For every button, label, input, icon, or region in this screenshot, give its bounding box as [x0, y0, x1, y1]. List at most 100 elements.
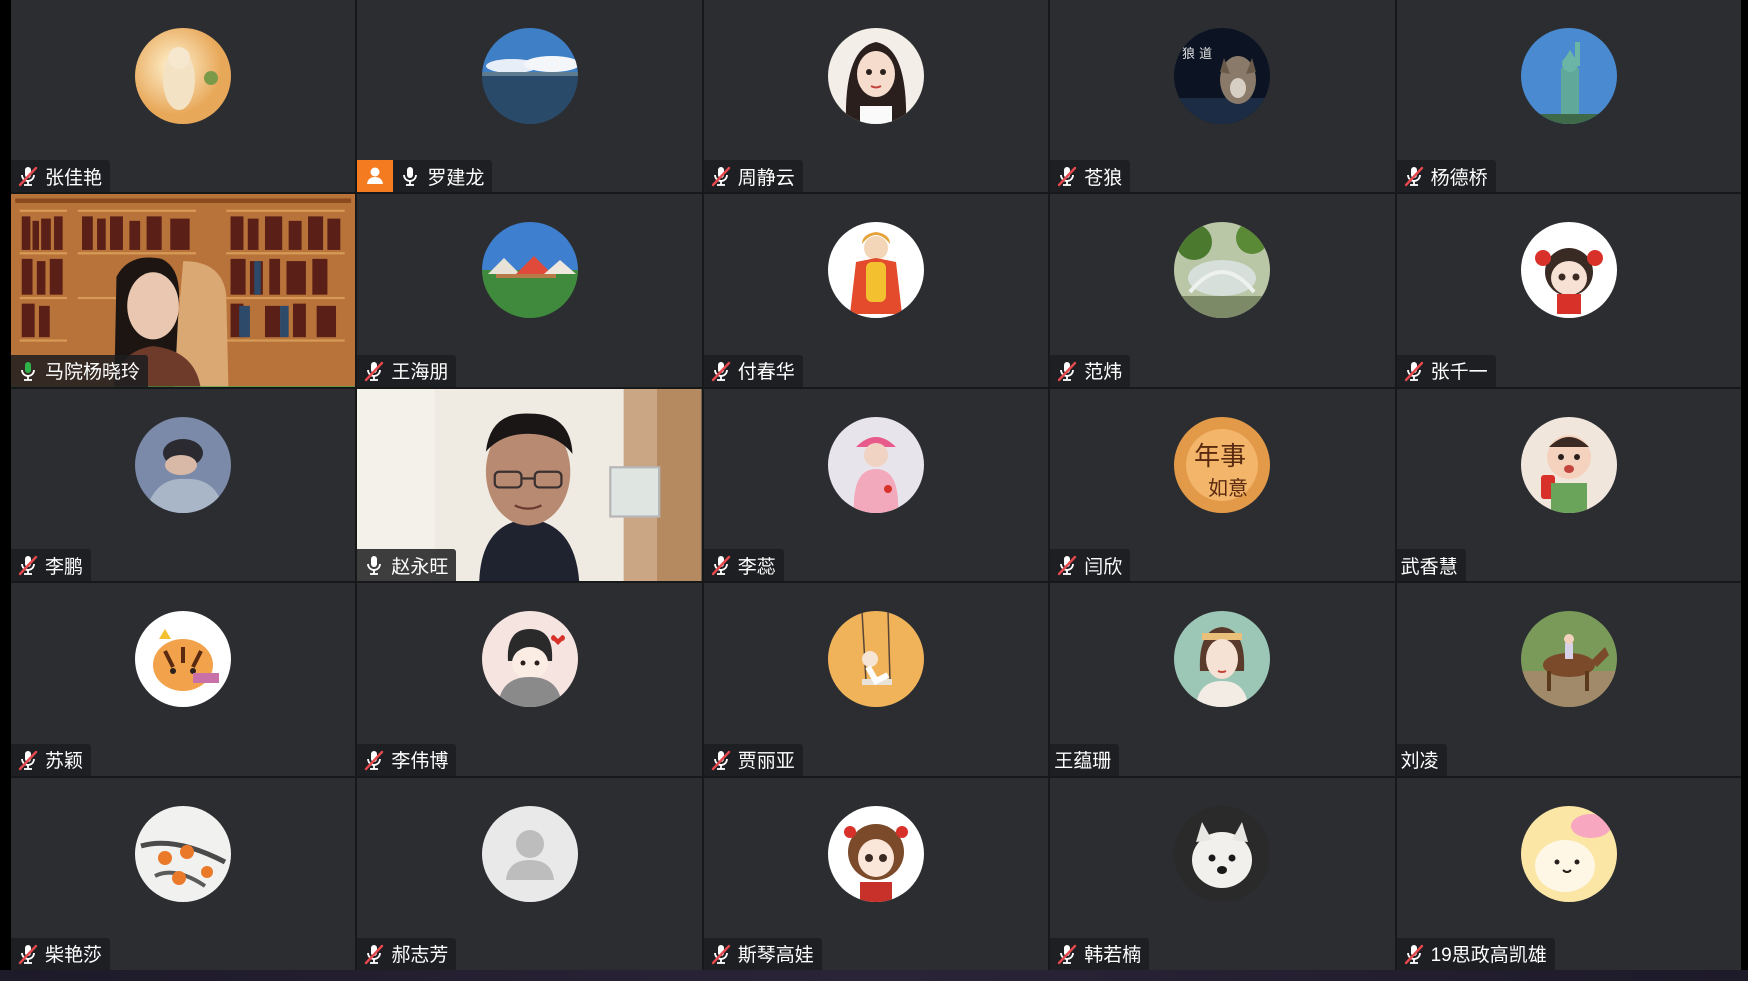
participant-name: 杨德桥 [1430, 167, 1488, 189]
participant-tile[interactable]: 刘凌 [1396, 583, 1741, 776]
participant-avatar [1520, 416, 1617, 513]
participant-avatar [481, 222, 578, 319]
participant-name: 19思政高凯雄 [1430, 945, 1547, 967]
participant-tile[interactable]: 贾丽亚 [703, 583, 1049, 776]
participant-name: 王蕴珊 [1054, 751, 1112, 773]
participant-avatar: 狼 道 [1174, 28, 1271, 124]
participant-name: 李伟博 [391, 751, 449, 773]
participant-avatar [827, 28, 924, 124]
participant-name: 李鹏 [45, 556, 84, 578]
participant-avatar [481, 611, 578, 708]
participant-nameplate: 范炜 [1050, 354, 1131, 387]
participant-tile[interactable]: 李鹏 [11, 388, 356, 582]
participant-name: 李蕊 [737, 556, 776, 578]
participant-name: 王海朋 [391, 362, 449, 384]
mic-muted-icon [710, 360, 732, 382]
participant-avatar [135, 416, 232, 513]
mic-muted-icon [710, 749, 732, 771]
participant-name: 付春华 [737, 362, 795, 384]
participant-tile[interactable]: 王蕴珊 [1050, 583, 1395, 776]
participant-nameplate: 韩若楠 [1050, 937, 1150, 970]
participant-name: 贾丽亚 [737, 751, 795, 773]
participant-nameplate: 李蕊 [703, 549, 784, 582]
participant-tile[interactable]: 周静云 [703, 0, 1049, 193]
participant-tile[interactable]: 李蕊 [703, 388, 1049, 582]
participant-tile[interactable]: 苏颖 [11, 583, 356, 776]
participant-name: 郝志芳 [391, 945, 449, 967]
participant-tile[interactable]: 柴艳莎 [11, 777, 356, 970]
participant-nameplate: 刘凌 [1396, 743, 1447, 776]
participant-tile[interactable]: 赵永旺 [357, 388, 702, 582]
participant-avatar [135, 28, 232, 124]
svg-text:如意: 如意 [1208, 476, 1248, 500]
participant-tile[interactable]: 武香慧 [1396, 388, 1741, 582]
participant-tile[interactable]: 付春华 [703, 194, 1049, 387]
participant-nameplate: 郝志芳 [357, 937, 457, 970]
participant-tile[interactable]: 罗建龙 [357, 0, 702, 193]
participant-tile[interactable]: 斯琴高娃 [703, 777, 1049, 970]
mic-muted-icon [17, 165, 39, 187]
mic-muted-icon [1403, 360, 1425, 382]
mic-muted-icon [17, 554, 39, 576]
participant-avatar [481, 28, 578, 124]
host-person-icon [357, 160, 394, 193]
participant-nameplate: 斯琴高娃 [703, 937, 822, 970]
mic-icon [399, 165, 421, 187]
participant-nameplate: 张佳艳 [11, 160, 111, 193]
participant-avatar [827, 416, 924, 513]
participant-nameplate: 马院杨晓玲 [11, 354, 149, 387]
participant-avatar [1520, 222, 1617, 319]
svg-text:狼 道: 狼 道 [1182, 47, 1212, 62]
mic-muted-icon [1056, 360, 1078, 382]
mic-icon [363, 554, 385, 576]
participant-nameplate: 苏颖 [11, 743, 92, 776]
participant-avatar [827, 611, 924, 708]
participant-name: 斯琴高娃 [737, 945, 814, 967]
mic-muted-icon [17, 749, 39, 771]
mic-muted-icon [710, 943, 732, 965]
participant-tile[interactable]: 王海朋 [357, 194, 702, 387]
participant-nameplate: 李伟博 [357, 743, 457, 776]
mic-muted-icon [710, 165, 732, 187]
participant-avatar [1174, 805, 1271, 902]
participant-tile[interactable]: 杨德桥 [1396, 0, 1741, 193]
participant-tile[interactable]: 韩若楠 [1050, 777, 1395, 970]
participant-avatar [481, 805, 578, 902]
participant-nameplate: 王蕴珊 [1050, 743, 1120, 776]
participant-tile[interactable]: 李伟博 [357, 583, 702, 776]
participant-avatar [1520, 611, 1617, 708]
participant-name: 张千一 [1430, 362, 1488, 384]
participant-tile[interactable]: 范炜 [1050, 194, 1395, 387]
participant-nameplate: 赵永旺 [357, 549, 457, 582]
mic-muted-icon [1403, 165, 1425, 187]
participant-grid: 张佳艳 罗建龙 周静云狼 道苍狼 杨德桥 马院杨晓玲 王海朋 付春华 范炜 张千一 李鹏 赵永旺 李蕊… [11, 0, 1741, 970]
mic-muted-icon [1056, 554, 1078, 576]
participant-tile[interactable]: 19思政高凯雄 [1396, 777, 1741, 970]
participant-tile[interactable]: 郝志芳 [357, 777, 702, 970]
participant-tile[interactable]: 张千一 [1396, 194, 1741, 387]
participant-nameplate: 贾丽亚 [703, 743, 803, 776]
participant-avatar [1520, 28, 1617, 124]
participant-tile[interactable]: 马院杨晓玲 [11, 194, 356, 387]
participant-nameplate: 柴艳莎 [11, 937, 111, 970]
participant-nameplate: 张千一 [1396, 354, 1496, 387]
participant-nameplate: 罗建龙 [393, 160, 493, 193]
mic-muted-icon [363, 360, 385, 382]
participant-tile[interactable]: 年事 如意 闫欣 [1050, 388, 1395, 582]
participant-name: 赵永旺 [391, 556, 449, 578]
mic-speaking-icon [17, 360, 39, 382]
participant-name: 马院杨晓玲 [45, 362, 141, 384]
participant-tile[interactable]: 狼 道苍狼 [1050, 0, 1395, 193]
mic-muted-icon [363, 943, 385, 965]
participant-name: 苏颖 [45, 751, 84, 773]
participant-tile[interactable]: 张佳艳 [11, 0, 356, 193]
participant-avatar: 年事 如意 [1174, 416, 1271, 513]
mic-muted-icon [710, 554, 732, 576]
participant-nameplate: 苍狼 [1050, 160, 1131, 193]
participant-nameplate: 武香慧 [1396, 549, 1466, 582]
participant-name: 张佳艳 [45, 167, 103, 189]
mic-muted-icon [1403, 943, 1425, 965]
participant-avatar [135, 611, 232, 708]
participant-name: 罗建龙 [427, 167, 485, 189]
participant-avatar [1520, 805, 1617, 902]
